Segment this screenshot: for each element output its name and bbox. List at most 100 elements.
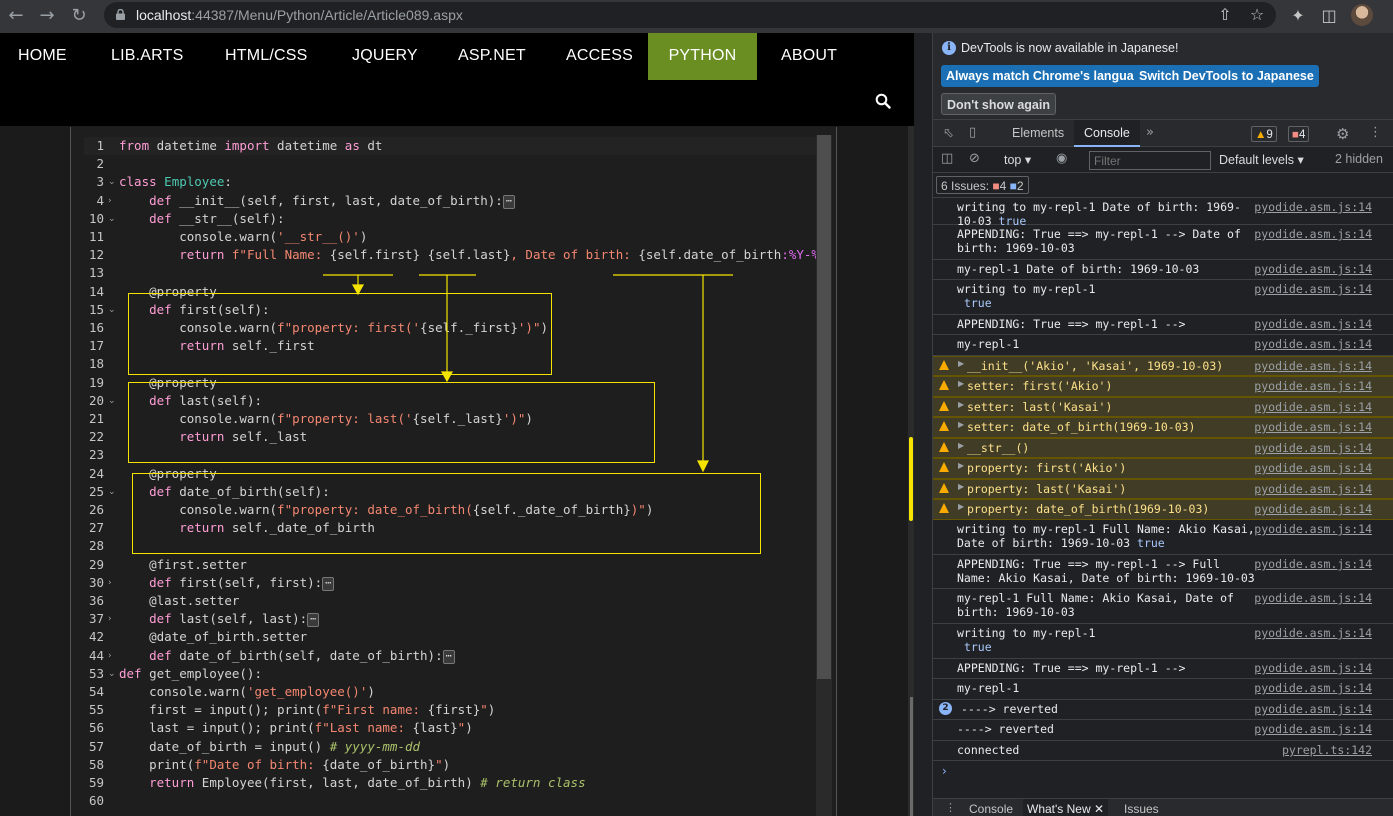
fold-expanded-icon[interactable]: ⌄ <box>108 483 116 501</box>
code-line[interactable]: 57 date_of_birth = input() # yyyy-mm-dd <box>84 738 816 756</box>
search-icon[interactable] <box>875 93 891 109</box>
console-source-link[interactable]: pyodide.asm.js:14 <box>1254 359 1372 373</box>
code-line[interactable]: 29 @first.setter <box>84 556 816 574</box>
fold-collapsed-icon[interactable]: › <box>108 192 112 210</box>
nav-home[interactable]: HOME <box>18 33 67 80</box>
code-line[interactable]: 58 print(f"Date of birth: {date_of_birth… <box>84 756 816 774</box>
console-log-row[interactable]: APPENDING: True ==> my-repl-1 --> pyodide… <box>933 315 1393 335</box>
console-log-row[interactable]: my-repl-1 pyodide.asm.js:14 <box>933 335 1393 356</box>
inspect-icon[interactable]: ⬁ <box>943 126 954 141</box>
nav-html-css[interactable]: HTML/CSS <box>225 33 308 80</box>
nav-lib-arts[interactable]: LIB.ARTS <box>111 33 183 80</box>
console-warning-row[interactable]: ▶ property: date_of_birth(1969-10-03) pyod… <box>933 499 1393 520</box>
issues-button[interactable]: 6 Issues: ■4 ■2 <box>936 176 1029 194</box>
kebab-menu-icon[interactable]: ⋮ <box>1369 125 1382 140</box>
levels-select[interactable]: Default levels ▾ <box>1219 152 1304 167</box>
console-source-link[interactable]: pyodide.asm.js:14 <box>1254 681 1372 695</box>
code-line[interactable]: 60 <box>84 792 816 810</box>
sidebar-toggle-icon[interactable]: ◫ <box>941 151 953 166</box>
extensions-icon[interactable]: ✦ <box>1287 5 1309 27</box>
console-source-link[interactable]: pyodide.asm.js:14 <box>1254 557 1372 571</box>
console-log-row[interactable]: my-repl-1 Date of birth: 1969-10-03 pyodi… <box>933 260 1393 280</box>
code-line[interactable]: 59 return Employee(first, last, date_of_… <box>84 774 816 792</box>
code-line[interactable]: 2 <box>84 155 816 173</box>
code-line[interactable]: 1 from datetime import datetime as dt <box>84 137 816 155</box>
console-log-row[interactable]: APPENDING: True ==> my-repl-1 --> Date o… <box>933 225 1393 260</box>
expand-triangle-icon[interactable]: ▶ <box>958 359 964 368</box>
gear-icon[interactable]: ⚙ <box>1336 125 1349 143</box>
console-source-link[interactable]: pyodide.asm.js:14 <box>1254 337 1372 351</box>
console-log-row[interactable]: writing to my-repl-1 Date of birth: 1969… <box>933 198 1393 228</box>
context-select[interactable]: top ▾ <box>1004 152 1031 167</box>
console-source-link[interactable]: pyodide.asm.js:14 <box>1254 227 1372 241</box>
console-warning-row[interactable]: ▶ property: last('Kasai') pyodide.asm.js:1… <box>933 479 1393 499</box>
code-line[interactable]: 56 last = input(); print(f"Last name: {l… <box>84 719 816 737</box>
console-warning-row[interactable]: ▶ setter: date_of_birth(1969-10-03) pyodid… <box>933 417 1393 438</box>
switch-japanese-button[interactable]: Switch DevTools to Japanese <box>1134 65 1319 87</box>
console-source-link[interactable]: pyodide.asm.js:14 <box>1254 591 1372 605</box>
expand-triangle-icon[interactable]: ▶ <box>958 502 964 511</box>
console-source-link[interactable]: pyodide.asm.js:14 <box>1254 522 1372 536</box>
console-log-row[interactable]: writing to my-repl-1 true pyodide.asm.js:… <box>933 280 1393 315</box>
tab-console[interactable]: Console <box>1074 120 1140 147</box>
expand-triangle-icon[interactable]: ▶ <box>958 400 964 409</box>
nav-jquery[interactable]: JQUERY <box>352 33 418 80</box>
console-source-link[interactable]: pyodide.asm.js:14 <box>1254 379 1372 393</box>
console-source-link[interactable]: pyodide.asm.js:14 <box>1254 282 1372 296</box>
expand-triangle-icon[interactable]: ▶ <box>958 420 964 429</box>
address-bar[interactable]: localhost:44387/Menu/Python/Article/Arti… <box>104 2 1276 28</box>
filter-input[interactable] <box>1089 151 1211 170</box>
drawer-tab-whats-new[interactable]: What's New ✕ <box>1023 799 1109 816</box>
share-icon[interactable]: ⇧ <box>1214 4 1236 26</box>
code-line[interactable]: 42 @date_of_birth.setter <box>84 628 816 646</box>
forward-icon[interactable]: → <box>35 4 59 28</box>
console-source-link[interactable]: pyodide.asm.js:14 <box>1254 200 1372 214</box>
fold-expanded-icon[interactable]: ⌄ <box>108 665 116 683</box>
dont-show-again-button[interactable]: Don't show again <box>941 93 1056 115</box>
page-scrollbar-thumb[interactable] <box>910 697 913 816</box>
code-line[interactable]: 54 console.warn('get_employee()') <box>84 683 816 701</box>
close-icon[interactable]: ✕ <box>1094 802 1104 816</box>
console-log-row[interactable]: connected pyrepl.ts:142 <box>933 741 1393 761</box>
console-source-link[interactable]: pyodide.asm.js:14 <box>1254 262 1372 276</box>
console-warning-row[interactable]: ▶ setter: first('Akio') pyodide.asm.js:14 <box>933 376 1393 397</box>
console-log-row[interactable]: APPENDING: True ==> my-repl-1 --> pyodide… <box>933 659 1393 679</box>
more-tabs-icon[interactable]: » <box>1146 125 1154 140</box>
console-warning-row[interactable]: ▶ setter: last('Kasai') pyodide.asm.js:14 <box>933 397 1393 417</box>
code-line[interactable]: 12 return f"Full Name: {self.first} {sel… <box>84 246 816 264</box>
code-line[interactable]: 37 › def last(self, last): ⋯ <box>84 610 816 628</box>
fold-collapsed-icon[interactable]: › <box>108 647 112 665</box>
expand-triangle-icon[interactable]: ▶ <box>958 379 964 388</box>
console-log-row[interactable]: my-repl-1 Full Name: Akio Kasai, Date of… <box>933 589 1393 624</box>
drawer-tab-console[interactable]: Console <box>969 802 1013 816</box>
tab-elements[interactable]: Elements <box>1012 120 1064 147</box>
drawer-tab-issues[interactable]: Issues <box>1124 802 1159 816</box>
nav-python[interactable]: PYTHON <box>648 33 757 80</box>
code-line[interactable]: 10 ⌄ def __str__(self): <box>84 210 816 228</box>
code-line[interactable]: 53 ⌄ def get_employee(): <box>84 665 816 683</box>
fold-expanded-icon[interactable]: ⌄ <box>108 392 116 410</box>
console-warning-row[interactable]: ▶ __str__() pyodide.asm.js:14 <box>933 438 1393 458</box>
code-line[interactable]: 13 <box>84 264 816 282</box>
console-source-link[interactable]: pyodide.asm.js:14 <box>1254 400 1372 414</box>
console-source-link[interactable]: pyodide.asm.js:14 <box>1254 626 1372 640</box>
code-line[interactable]: 44 › def date_of_birth(self, date_of_birt… <box>84 647 816 665</box>
code-line[interactable]: 3 ⌄ class Employee: <box>84 173 816 191</box>
fold-collapsed-icon[interactable]: › <box>108 610 112 628</box>
code-line[interactable]: 4 › def __init__(self, first, last, date_… <box>84 192 816 210</box>
console-source-link[interactable]: pyodide.asm.js:14 <box>1254 502 1372 516</box>
code-line[interactable]: 55 first = input(); print(f"First name: … <box>84 701 816 719</box>
code-line[interactable]: 11 console.warn('__str__()') <box>84 228 816 246</box>
console-warning-row[interactable]: ▶ __init__('Akio', 'Kasai', 1969-10-03) py… <box>933 356 1393 376</box>
fold-expanded-icon[interactable]: ⌄ <box>108 173 116 191</box>
console-log-row[interactable]: writing to my-repl-1 Full Name: Akio Kas… <box>933 520 1393 555</box>
code-line[interactable]: 30 › def first(self, first): ⋯ <box>84 574 816 592</box>
console-source-link[interactable]: pyodide.asm.js:14 <box>1254 482 1372 496</box>
nav-access[interactable]: ACCESS <box>566 33 633 80</box>
reload-icon[interactable]: ↻ <box>67 4 91 28</box>
nav-about[interactable]: ABOUT <box>781 33 837 80</box>
devtools-divider[interactable] <box>914 33 932 816</box>
error-count-badge[interactable]: ■4 <box>1288 126 1310 142</box>
nav-aspnet[interactable]: ASP.NET <box>458 33 526 80</box>
console-log-row[interactable]: writing to my-repl-1 true pyodide.asm.js:… <box>933 624 1393 659</box>
